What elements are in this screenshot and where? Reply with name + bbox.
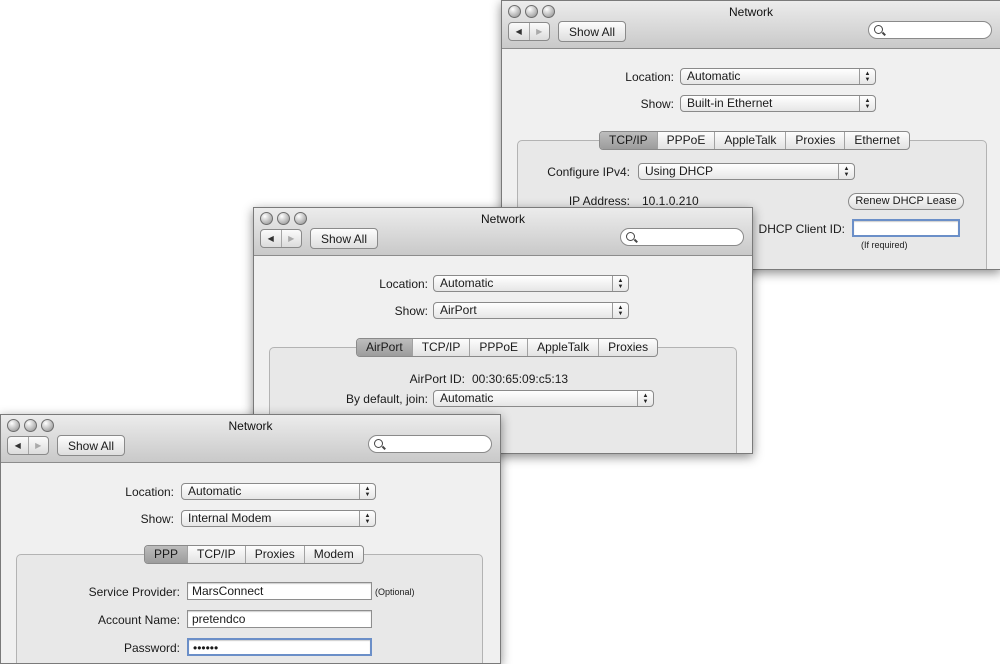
search-icon (626, 232, 635, 241)
search-icon (874, 25, 883, 34)
tab-appletalk[interactable]: AppleTalk (527, 339, 598, 356)
location-label: Location: (379, 277, 428, 291)
show-all-button[interactable]: Show All (558, 21, 626, 42)
toolbar: Network ◀ ▶ Show All (254, 208, 752, 256)
tab-proxies[interactable]: Proxies (598, 339, 657, 356)
show-select[interactable]: AirPort ▲ ▼ (433, 302, 629, 319)
location-value: Automatic (440, 276, 494, 290)
show-value: AirPort (440, 303, 477, 317)
back-arrow-icon[interactable]: ◀ (509, 23, 529, 40)
forward-arrow-icon[interactable]: ▶ (280, 230, 302, 247)
join-select[interactable]: Automatic ▲ ▼ (433, 390, 654, 407)
service-provider-input[interactable]: MarsConnect (187, 582, 372, 600)
dhcp-client-id-label: DHCP Client ID: (758, 222, 845, 236)
stepper-arrows-icon: ▲ ▼ (838, 164, 854, 179)
tab-proxies[interactable]: Proxies (244, 546, 304, 563)
tab-pppoe[interactable]: PPPoE (656, 132, 715, 149)
by-default-join-label: By default, join: (345, 392, 428, 406)
airport-id-value: 00:30:65:09:c5:13 (472, 372, 569, 386)
configure-ipv4-value: Using DHCP (645, 164, 714, 178)
toolbar: Network ◀ ▶ Show All (1, 415, 500, 463)
nav-buttons: ◀ ▶ (508, 22, 550, 41)
stepper-arrows-icon: ▲ ▼ (637, 391, 653, 406)
search-input[interactable] (620, 228, 744, 246)
account-name-label: Account Name: (97, 613, 180, 627)
nav-buttons: ◀ ▶ (7, 436, 49, 455)
stepper-arrows-icon: ▲ ▼ (612, 276, 628, 291)
tab-tcpip[interactable]: TCP/IP (187, 546, 245, 563)
show-select[interactable]: Internal Modem ▲ ▼ (181, 510, 376, 527)
stepper-arrows-icon: ▲ ▼ (859, 69, 875, 84)
tab-appletalk[interactable]: AppleTalk (714, 132, 785, 149)
tab-bar: AirPort TCP/IP PPPoE AppleTalk Proxies (356, 338, 659, 357)
back-arrow-icon[interactable]: ◀ (8, 437, 28, 454)
window-title: Network (728, 5, 773, 19)
tab-bar: TCP/IP PPPoE AppleTalk Proxies Ethernet (599, 131, 910, 150)
stepper-arrows-icon: ▲ ▼ (612, 303, 628, 318)
service-provider-label: Service Provider: (88, 585, 180, 599)
ip-address-value: 10.1.0.210 (642, 194, 699, 208)
toolbar: Network ◀ ▶ Show All (502, 1, 1000, 49)
stepper-arrows-icon: ▲ ▼ (359, 511, 375, 526)
show-label: Show: (140, 512, 174, 526)
location-label: Location: (125, 485, 174, 499)
back-arrow-icon[interactable]: ◀ (261, 230, 281, 247)
show-value: Internal Modem (188, 511, 272, 525)
show-select[interactable]: Built-in Ethernet ▲ ▼ (680, 95, 876, 112)
location-label: Location: (625, 70, 674, 84)
show-all-button[interactable]: Show All (310, 228, 378, 249)
tab-ppp[interactable]: PPP (145, 546, 188, 563)
stepper-arrows-icon: ▲ ▼ (859, 96, 875, 111)
network-window-modem: Network ◀ ▶ Show All Location: Automatic… (0, 414, 501, 664)
location-value: Automatic (687, 69, 741, 83)
location-select[interactable]: Automatic ▲ ▼ (680, 68, 876, 85)
search-input[interactable] (868, 21, 992, 39)
account-name-input[interactable]: pretendco (187, 610, 372, 628)
if-required-hint: (If required) (861, 240, 908, 250)
show-value: Built-in Ethernet (687, 96, 773, 110)
airport-id-label: AirPort ID: (409, 372, 465, 386)
tab-pppoe[interactable]: PPPoE (469, 339, 527, 356)
configure-ipv4-label: Configure IPv4: (547, 165, 630, 179)
nav-buttons: ◀ ▶ (260, 229, 302, 248)
location-value: Automatic (188, 484, 242, 498)
dhcp-client-id-input[interactable] (852, 219, 960, 237)
forward-arrow-icon[interactable]: ▶ (528, 23, 550, 40)
tab-airport[interactable]: AirPort (357, 339, 412, 356)
optional-hint: (Optional) (375, 587, 415, 597)
join-value: Automatic (440, 391, 494, 405)
configure-ipv4-select[interactable]: Using DHCP ▲ ▼ (638, 163, 855, 180)
location-select[interactable]: Automatic ▲ ▼ (433, 275, 629, 292)
forward-arrow-icon[interactable]: ▶ (27, 437, 49, 454)
ip-address-label: IP Address: (568, 194, 630, 208)
stepper-arrows-icon: ▲ ▼ (359, 484, 375, 499)
show-label: Show: (394, 304, 428, 318)
tab-tcpip[interactable]: TCP/IP (411, 339, 470, 356)
tab-tcpip[interactable]: TCP/IP (600, 132, 657, 149)
show-label: Show: (640, 97, 674, 111)
tab-modem[interactable]: Modem (303, 546, 363, 563)
password-label: Password: (123, 641, 180, 655)
window-title: Network (228, 419, 273, 433)
tab-proxies[interactable]: Proxies (785, 132, 844, 149)
tab-ethernet[interactable]: Ethernet (844, 132, 908, 149)
window-title: Network (480, 212, 525, 226)
renew-dhcp-lease-button[interactable]: Renew DHCP Lease (848, 193, 964, 210)
tab-bar: PPP TCP/IP Proxies Modem (144, 545, 364, 564)
password-input[interactable]: •••••• (187, 638, 372, 656)
search-input[interactable] (368, 435, 492, 453)
search-icon (374, 439, 383, 448)
show-all-button[interactable]: Show All (57, 435, 125, 456)
location-select[interactable]: Automatic ▲ ▼ (181, 483, 376, 500)
